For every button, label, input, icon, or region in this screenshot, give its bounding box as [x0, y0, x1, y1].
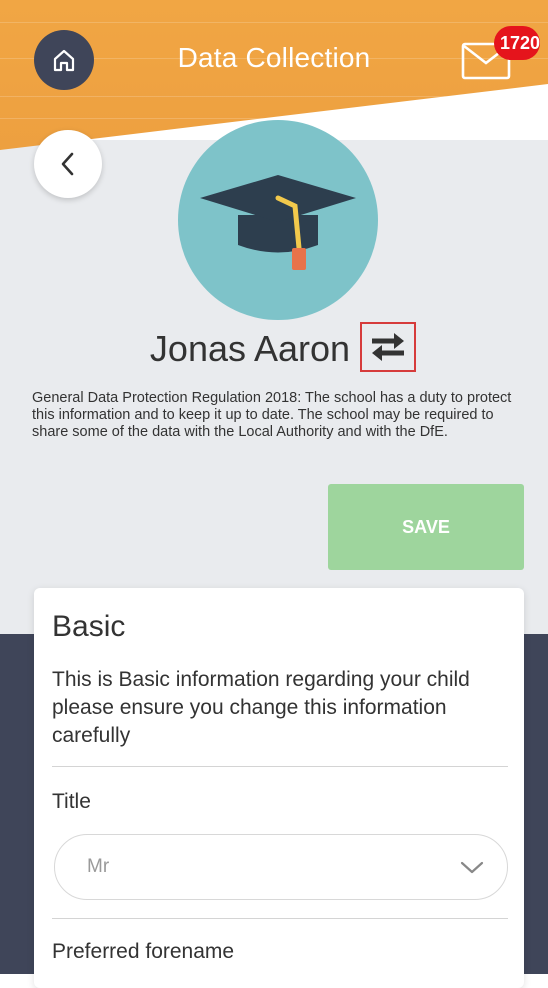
unread-badge: 1720	[494, 26, 541, 60]
gdpr-notice: General Data Protection Regulation 2018:…	[32, 390, 512, 440]
swap-arrows-icon	[372, 333, 404, 361]
section-description: This is Basic information regarding your…	[52, 668, 470, 747]
chevron-down-icon	[460, 861, 484, 874]
title-select-value: Mr	[87, 856, 110, 877]
graduation-cap-icon	[200, 175, 356, 270]
title-field-label: Title	[52, 790, 91, 813]
switch-student-button[interactable]	[360, 322, 416, 372]
student-name: Jonas Aaron	[149, 328, 351, 369]
header-texture-line	[0, 96, 548, 97]
unread-count: 1720	[500, 32, 541, 53]
header-texture-line	[0, 118, 548, 119]
back-button[interactable]	[34, 130, 102, 198]
chevron-left-icon	[61, 152, 74, 176]
header-texture-line	[0, 22, 548, 23]
student-avatar	[178, 120, 378, 320]
student-name-row: Jonas Aaron	[0, 328, 548, 370]
section-title: Basic	[52, 610, 126, 643]
preferred-forename-label: Preferred forename	[52, 940, 235, 963]
divider	[52, 918, 508, 919]
divider	[52, 766, 508, 767]
basic-info-card: Basic This is Basic information regardin…	[34, 588, 524, 988]
title-select[interactable]: Mr	[54, 834, 508, 900]
save-button[interactable]: SAVE	[328, 484, 524, 570]
